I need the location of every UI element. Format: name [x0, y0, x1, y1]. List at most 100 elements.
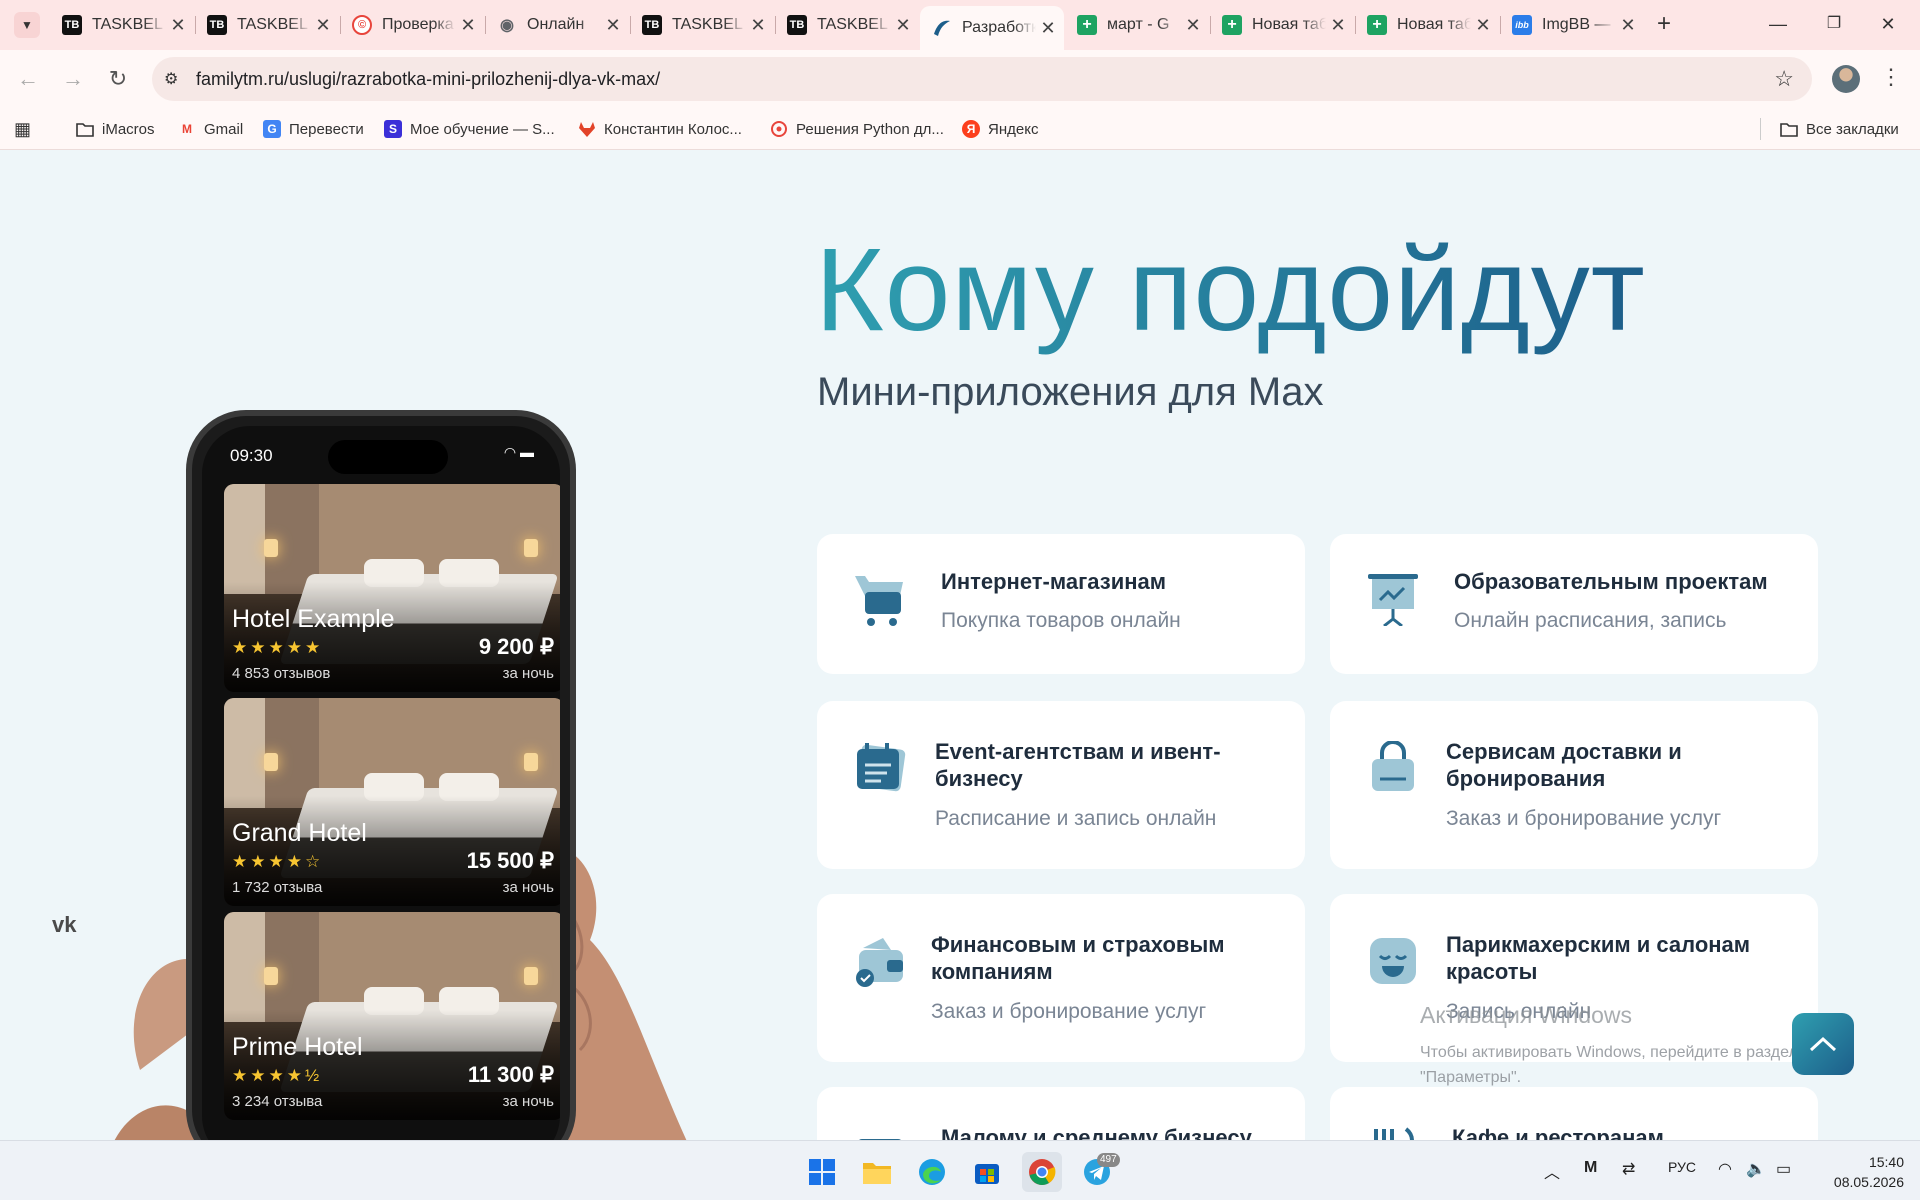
profile-avatar[interactable]: [1832, 65, 1860, 93]
browser-menu-icon[interactable]: ⋮: [1880, 64, 1902, 90]
windows-taskbar: ︿ M ⇄ РУС ◠ 🔈 ▭ 15:40 08.05.2026: [0, 1140, 1920, 1200]
bookmark-imacros[interactable]: iMacros: [76, 116, 155, 142]
sheets-plus-icon: +: [1367, 15, 1387, 35]
tab[interactable]: + март - G ✕: [1065, 8, 1209, 42]
scroll-to-top-button[interactable]: [1792, 1013, 1854, 1075]
tab-title: TASKBEL: [817, 16, 888, 33]
minimize-button[interactable]: —: [1758, 10, 1798, 38]
phone-time: 09:30: [230, 446, 273, 465]
close-icon: ✕: [1880, 14, 1896, 34]
bookmark-gmail[interactable]: M Gmail: [178, 116, 243, 142]
copyright-icon: ©: [352, 15, 372, 35]
battery-icon[interactable]: ▭: [1776, 1159, 1791, 1179]
bookmark-label: Мое обучение — S...: [410, 120, 555, 138]
edge-icon[interactable]: [912, 1152, 952, 1192]
bookmark-star-icon[interactable]: ☆: [1774, 66, 1794, 92]
tab[interactable]: + Новая таблица ✕: [1355, 8, 1499, 42]
close-tab-icon[interactable]: ✕: [460, 15, 476, 36]
plus-icon: +: [1656, 10, 1671, 37]
tab-strip: ▼ TB TASKBEL ✕ TB TASKBEL ✕ © Проверка ✕…: [0, 0, 1920, 50]
all-bookmarks-button[interactable]: Все закладки: [1780, 116, 1899, 142]
close-tab-icon[interactable]: ✕: [1330, 15, 1346, 36]
site-settings-icon[interactable]: ⚙: [164, 69, 186, 89]
apps-button[interactable]: ▦: [14, 116, 31, 142]
input-method-icon[interactable]: M: [1584, 1159, 1597, 1177]
close-tab-icon[interactable]: ✕: [895, 15, 911, 36]
store-icon[interactable]: [967, 1152, 1007, 1192]
tab[interactable]: TB TASKBEL ✕: [50, 8, 194, 42]
tab-title: Новая таблица: [1397, 16, 1471, 33]
audience-card: Малому и среднему бизнесу: [817, 1087, 1305, 1140]
page-title: Кому подойдут: [815, 220, 1646, 360]
tab[interactable]: TB TASKBEL ✕: [775, 8, 919, 42]
card-description: Заказ и бронирование услуг: [1446, 807, 1722, 830]
tab[interactable]: © Проверка ✕: [340, 8, 484, 42]
tab[interactable]: ibb ImgBB — ✕: [1500, 8, 1644, 42]
wifi-battery-icon: ◠ ▬: [503, 444, 534, 460]
restore-button[interactable]: ❐: [1814, 10, 1854, 38]
wifi-icon[interactable]: ◠: [1718, 1159, 1732, 1179]
start-icon[interactable]: [802, 1152, 842, 1192]
tab-search-button[interactable]: ▼: [14, 12, 40, 38]
cart-icon: [855, 576, 903, 626]
close-tab-icon[interactable]: ✕: [1185, 15, 1201, 36]
tab[interactable]: TB TASKBEL ✕: [630, 8, 774, 42]
bookmark-translate[interactable]: G Перевести: [263, 116, 364, 142]
address-bar[interactable]: ⚙ familytm.ru/uslugi/razrabotka-mini-pri…: [152, 57, 1812, 101]
close-tab-icon[interactable]: ✕: [1475, 15, 1491, 36]
audience-card: Финансовым и страховым компаниям Заказ и…: [817, 894, 1305, 1062]
audience-card: Event-агентствам и ивент-бизнесу Расписа…: [817, 701, 1305, 869]
presentation-board-icon: [1368, 574, 1418, 626]
network-transfer-icon[interactable]: ⇄: [1622, 1159, 1635, 1179]
hotel-card: Hotel Example ★★★★★ 4 853 отзывов 9 200 …: [224, 484, 560, 692]
close-tab-icon[interactable]: ✕: [170, 15, 186, 36]
hotel-reviews: 3 234 отзыва: [232, 1093, 323, 1110]
calendar-icon: [857, 743, 906, 792]
bookmark-gitlab[interactable]: Константин Колос...: [578, 116, 742, 142]
audience-card: Кафе и ресторанам: [1330, 1087, 1818, 1140]
hotel-card: Grand Hotel ★★★★☆ 1 732 отзыва 15 500 ₽ …: [224, 698, 560, 906]
hotel-price: 11 300 ₽: [467, 1062, 554, 1087]
audience-card: Сервисам доставки и бронирования Заказ и…: [1330, 701, 1818, 869]
windows-activation-title: Активация Windows: [1420, 1002, 1632, 1028]
tab[interactable]: ◉ Онлайн ✕: [485, 8, 629, 42]
new-tab-button[interactable]: +: [1650, 10, 1678, 38]
system-clock[interactable]: 15:40 08.05.2026: [1818, 1152, 1904, 1192]
vk-icon[interactable]: vk: [52, 912, 76, 938]
language-indicator[interactable]: РУС: [1668, 1159, 1696, 1175]
volume-icon[interactable]: 🔈: [1746, 1159, 1766, 1179]
show-hidden-icons[interactable]: ︿: [1544, 1159, 1560, 1183]
briefcase-icon: [859, 1139, 901, 1140]
tab-active[interactable]: Разработка ✕: [920, 6, 1064, 50]
hotel-price: 9 200 ₽: [478, 634, 554, 659]
close-tab-icon[interactable]: ✕: [315, 15, 331, 36]
tab[interactable]: TB TASKBEL ✕: [195, 8, 339, 42]
tab[interactable]: + Новая таблица ✕: [1210, 8, 1354, 42]
folder-icon: [1780, 120, 1798, 138]
taskbel-icon: TB: [62, 15, 82, 35]
bookmark-python-solutions[interactable]: Решения Python дл...: [770, 116, 944, 142]
bookmark-yandex[interactable]: Я Яндекс: [962, 116, 1038, 142]
forward-button[interactable]: →: [57, 63, 89, 95]
translate-icon: G: [263, 120, 281, 138]
star-rating: ★★★★½: [232, 1066, 323, 1085]
card-title: Сервисам доставки и бронирования: [1446, 739, 1682, 791]
back-button[interactable]: ←: [12, 63, 44, 95]
chevron-up-icon: [1809, 1036, 1837, 1052]
close-window-button[interactable]: ✕: [1868, 10, 1908, 38]
tab-title: TASKBEL: [237, 16, 308, 33]
url-text[interactable]: familytm.ru/uslugi/razrabotka-mini-prilo…: [196, 69, 660, 90]
phone-screen: 09:30 ◠ ▬ Hotel Example ★★★★★ 4 853 отзы…: [202, 426, 560, 1140]
close-tab-icon[interactable]: ✕: [750, 15, 766, 36]
reload-button[interactable]: ↻: [102, 63, 134, 95]
card-title: Малому и среднему бизнесу: [941, 1125, 1252, 1140]
price-unit: за ночь: [502, 665, 554, 682]
bookmark-skillbox[interactable]: S Мое обучение — S...: [384, 116, 555, 142]
reload-icon: ↻: [108, 66, 128, 91]
file-explorer-icon[interactable]: [857, 1152, 897, 1192]
chrome-icon[interactable]: [1022, 1152, 1062, 1192]
close-tab-icon[interactable]: ✕: [1620, 15, 1636, 36]
close-tab-icon[interactable]: ✕: [1040, 18, 1056, 39]
close-tab-icon[interactable]: ✕: [605, 15, 621, 36]
sheets-plus-icon: +: [1077, 15, 1097, 35]
